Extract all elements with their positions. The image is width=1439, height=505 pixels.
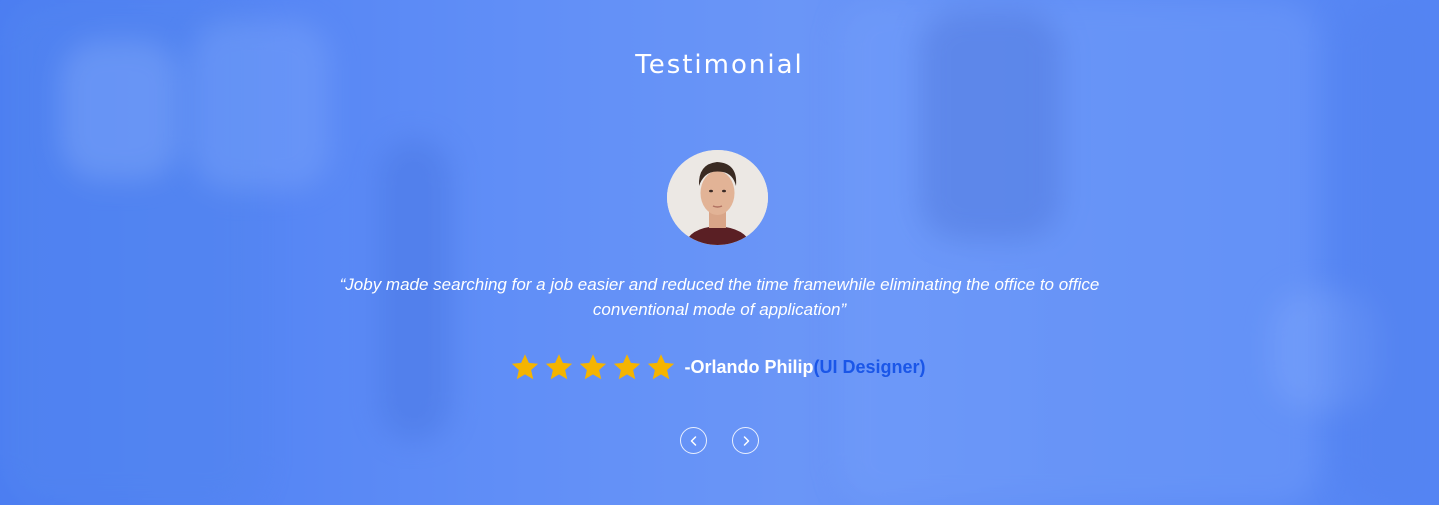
previous-button[interactable] <box>680 427 707 454</box>
rating-row: -Orlando Philip (UI Designer) <box>0 352 1439 382</box>
section-title: Testimonial <box>635 50 804 80</box>
star-icon <box>648 354 675 380</box>
star-icon <box>512 354 539 380</box>
carousel-navigation <box>0 427 1439 454</box>
avatar-portrait-icon <box>667 150 768 245</box>
author-role: (UI Designer) <box>813 356 926 377</box>
star-icon <box>614 354 641 380</box>
next-button[interactable] <box>732 427 759 454</box>
testimonial-quote: “Joby made searching for a job easier an… <box>339 275 1100 319</box>
chevron-right-icon <box>743 435 749 446</box>
avatar <box>667 150 768 245</box>
star-icon <box>580 354 607 380</box>
testimonial-section: Testimonial “Joby made searching for a j… <box>0 0 1439 505</box>
star-rating <box>510 352 676 382</box>
author-name: -Orlando Philip <box>684 356 814 377</box>
star-icon <box>546 354 573 380</box>
chevron-left-icon <box>690 435 696 446</box>
